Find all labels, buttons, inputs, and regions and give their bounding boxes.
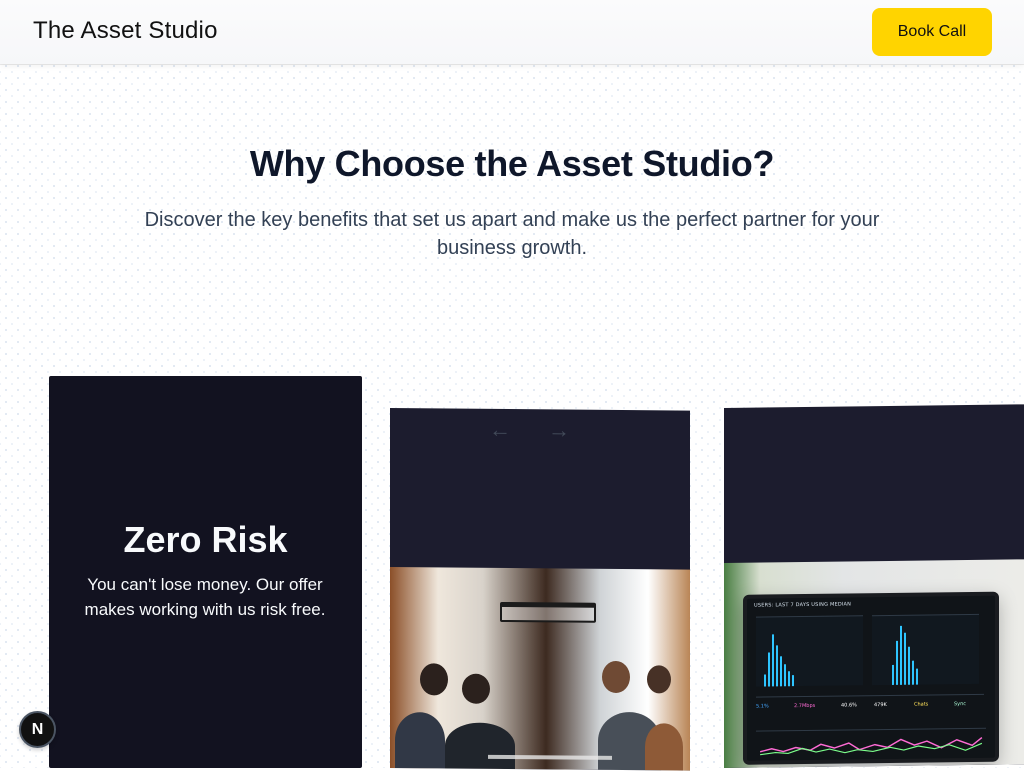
team-member-head-image-detail (647, 665, 671, 694)
chart-bar (908, 646, 910, 685)
chart-bar (892, 664, 894, 685)
chart-bar (900, 625, 902, 685)
team-member-image-detail (445, 722, 515, 770)
analytics-monitor: USERS: LAST 7 DAYS USING MEDIAN 5.1% 2.7… (743, 591, 999, 765)
metric-value: Sync (954, 701, 967, 708)
team-member-image-detail (645, 723, 683, 771)
chart-bar (896, 640, 898, 685)
chart-bar (916, 668, 918, 685)
team-member-head-image-detail (602, 660, 630, 694)
nextjs-icon[interactable]: N (19, 711, 56, 748)
arrow-left-icon[interactable]: ← (489, 417, 511, 442)
page-subtitle: Discover the key benefits that set us ap… (144, 209, 880, 259)
chart-bar (780, 656, 782, 687)
chart-bar (764, 674, 766, 687)
chart-bar (772, 634, 774, 687)
team-member-image-detail (395, 712, 445, 769)
analytics-image-card: USERS: LAST 7 DAYS USING MEDIAN 5.1% 2.7… (724, 404, 1024, 768)
left-chart-panel (756, 615, 863, 687)
chart-bar (904, 632, 906, 685)
metric-value: 40.6% (841, 702, 857, 709)
chart-bar (792, 675, 794, 687)
zero-risk-description: You can't lose money. Our offer makes wo… (84, 575, 326, 619)
metric-value: 5.1% (756, 703, 769, 710)
metric-row: 5.1% 2.7Mbps 40.6% 479K Chats Sync (756, 693, 984, 729)
benefits-hero: Why Choose the Asset Studio? Discover th… (0, 120, 1024, 262)
zero-risk-card: Zero Risk You can't lose money. Our offe… (49, 376, 362, 768)
monitor-header: USERS: LAST 7 DAYS USING MEDIAN (754, 601, 852, 609)
team-member-head-image-detail (420, 663, 448, 696)
desk-image-detail (488, 754, 550, 760)
metric-value: 2.7Mbps (794, 702, 816, 710)
arrow-right-icon[interactable]: → (548, 417, 570, 442)
chart-bar (788, 671, 790, 687)
site-header: The Asset Studio Book Call (0, 0, 1024, 64)
right-chart-panel (872, 613, 979, 686)
book-call-button[interactable]: Book Call (872, 8, 992, 56)
metric-value: 479K (874, 702, 887, 709)
brand-title[interactable]: The Asset Studio (33, 16, 218, 46)
team-image-card: ← → (390, 408, 690, 771)
metric-value: Chats (914, 701, 929, 708)
chart-bar (784, 664, 786, 687)
sparkline-chart (756, 727, 986, 759)
team-meeting-image (390, 567, 690, 771)
desk-image-detail (550, 755, 612, 760)
analytics-dashboard-image: USERS: LAST 7 DAYS USING MEDIAN 5.1% 2.7… (724, 559, 1024, 768)
zero-risk-title: Zero Risk (123, 519, 288, 560)
chart-bar (768, 652, 770, 687)
chart-bar (776, 645, 778, 687)
chart-bar (912, 660, 914, 685)
ceiling-lamp-image-detail (500, 601, 596, 623)
page-title: Why Choose the Asset Studio? (249, 143, 775, 184)
team-member-head-image-detail (462, 673, 490, 704)
